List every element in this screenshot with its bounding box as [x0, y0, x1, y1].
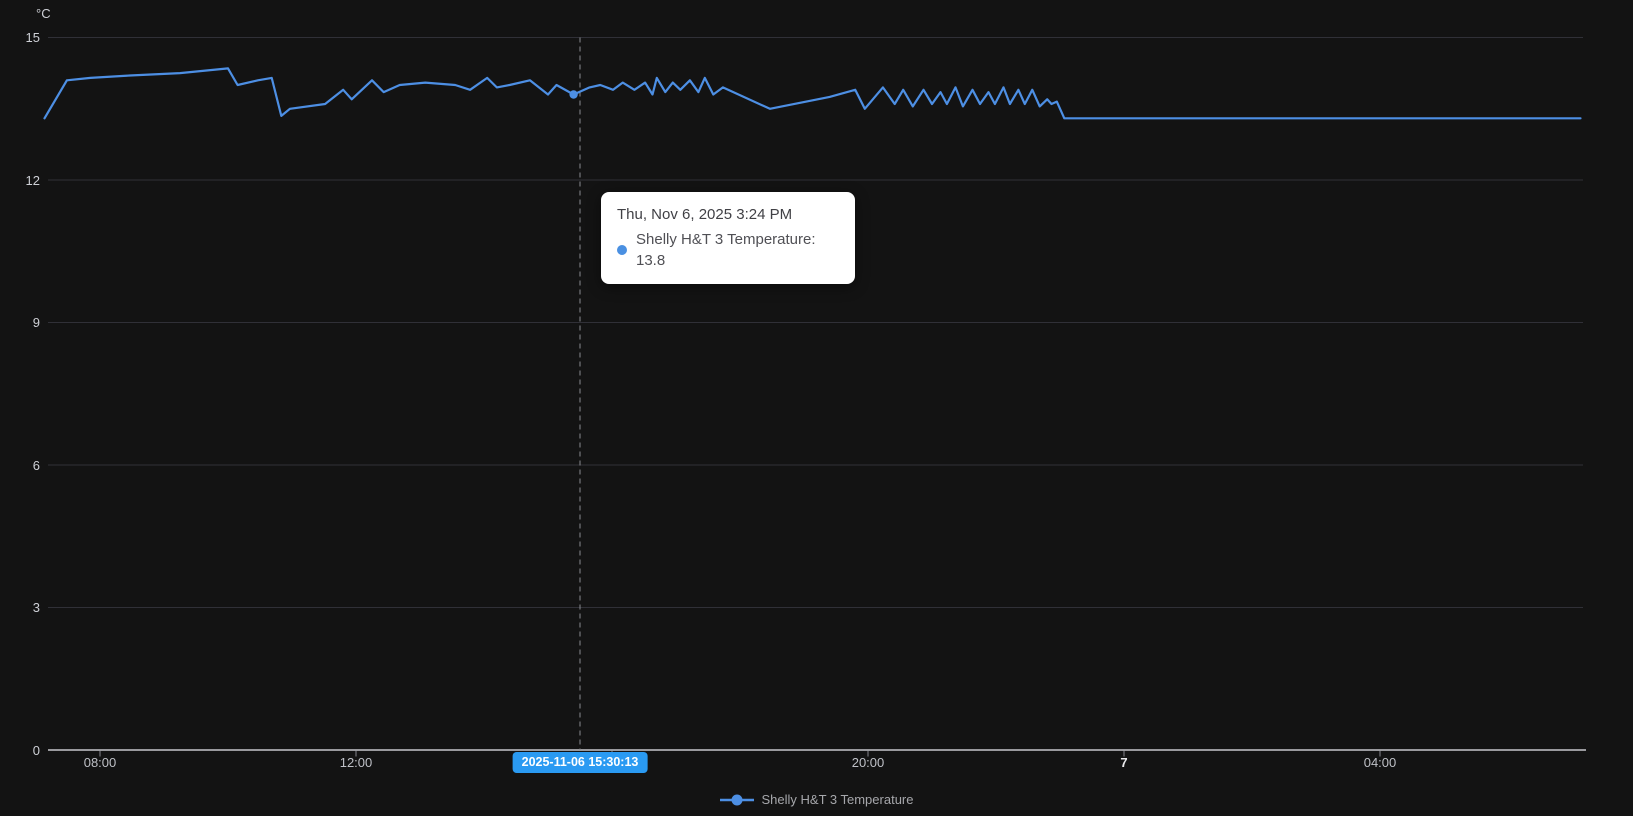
y-axis-unit-label: °C [36, 6, 51, 21]
legend-line-marker-icon [719, 794, 754, 805]
legend-label: Shelly H&T 3 Temperature [761, 792, 914, 807]
temperature-series-line [43, 67, 1582, 120]
x-tick-label: 04:00 [1363, 755, 1397, 770]
tooltip-series-value: Shelly H&T 3 Temperature: 13.8 [636, 231, 816, 269]
y-tick-label: 6 [32, 457, 40, 473]
tooltip-series-row: Shelly H&T 3 Temperature: 13.8 [617, 229, 839, 271]
series-color-dot-icon [617, 245, 627, 255]
y-tick-label: 12 [25, 172, 40, 188]
x-tick-label: 7 [1120, 755, 1128, 770]
y-tick-label: 15 [25, 30, 40, 45]
x-tick-label: 20:00 [851, 755, 885, 770]
x-tick-label: 12:00 [339, 755, 373, 770]
legend-item-shelly-ht3-temperature[interactable]: Shelly H&T 3 Temperature [719, 792, 914, 807]
y-tick-label: 0 [32, 742, 40, 758]
y-tick-label: 9 [32, 315, 40, 330]
temperature-history-chart: °C 0 3 6 9 12 15 08:00 12:00 20:00 7 04:00 2025-1… [0, 0, 1633, 816]
y-tick-label: 3 [32, 600, 40, 615]
legend: Shelly H&T 3 Temperature [0, 792, 1633, 807]
crosshair-axis-value-pill: 2025-11-06 15:30:13 [512, 752, 648, 773]
tooltip-timestamp: Thu, Nov 6, 2025 3:24 PM [617, 206, 793, 223]
selected-point-dot [569, 90, 578, 99]
x-tick-label: 08:00 [83, 755, 117, 770]
plot-area[interactable] [0, 0, 1633, 816]
tooltip: Thu, Nov 6, 2025 3:24 PM Shelly H&T 3 Te… [601, 192, 855, 284]
